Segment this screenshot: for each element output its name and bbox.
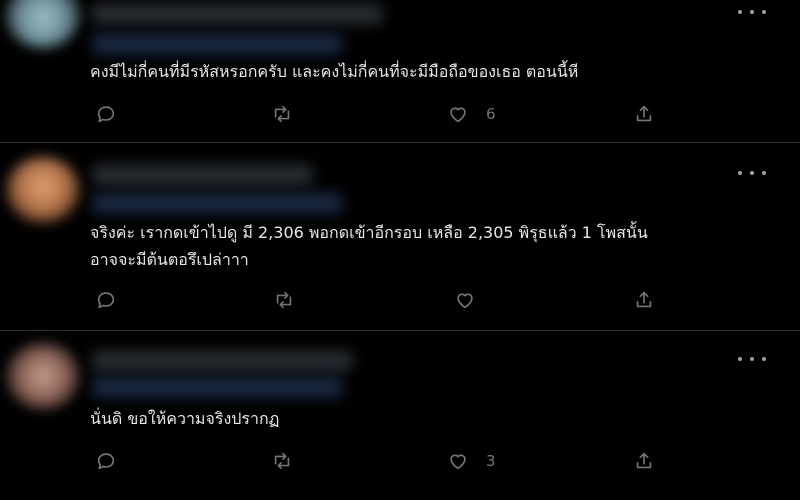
more-options-button[interactable] [738, 163, 766, 183]
retweet-button[interactable] [272, 288, 296, 312]
reply-text: จริงค่ะ เรากดเข้าไปดู มี 2,306 พอกดเข้าอ… [90, 223, 648, 269]
share-button[interactable] [632, 102, 656, 126]
more-icon [738, 171, 742, 175]
avatar[interactable] [6, 343, 80, 409]
retweet-button[interactable] [270, 449, 294, 473]
more-icon [738, 357, 742, 361]
reply-button[interactable] [94, 449, 118, 473]
reply-text: นั่นดิ ขอให้ความจริงปรากฏ [90, 409, 280, 428]
share-icon [636, 452, 652, 469]
author-name-blurred[interactable] [92, 351, 352, 371]
more-icon [738, 10, 742, 14]
reply-button[interactable] [94, 288, 118, 312]
reply-icon [97, 292, 115, 309]
share-icon [636, 105, 652, 122]
like-button[interactable] [453, 288, 477, 312]
reply-icon [97, 106, 115, 123]
avatar[interactable] [6, 157, 80, 223]
reply-card[interactable]: คงมีไม่กี่คนที่มีรหัสหรอกครับ และคงไม่กี… [0, 0, 800, 142]
retweet-icon [276, 291, 292, 309]
share-icon [636, 291, 652, 308]
reply-button[interactable] [94, 102, 118, 126]
reply-card[interactable]: นั่นดิ ขอให้ความจริงปรากฏ 3 [0, 331, 800, 500]
retweet-icon [274, 105, 290, 123]
reply-text: คงมีไม่กี่คนที่มีรหัสหรอกครับ และคงไม่กี… [90, 62, 579, 81]
like-icon [450, 454, 466, 470]
retweet-icon [274, 452, 290, 470]
more-options-button[interactable] [738, 2, 766, 22]
author-handle-blurred[interactable] [92, 34, 342, 54]
like-count: 6 [486, 105, 496, 123]
author-handle-blurred[interactable] [92, 377, 342, 397]
author-handle-blurred[interactable] [92, 193, 342, 213]
retweet-button[interactable] [270, 102, 294, 126]
avatar[interactable] [6, 0, 80, 48]
share-button[interactable] [632, 288, 656, 312]
reply-icon [97, 453, 115, 470]
reply-card[interactable]: จริงค่ะ เรากดเข้าไปดู มี 2,306 พอกดเข้าอ… [0, 143, 800, 330]
like-button[interactable] [446, 449, 470, 473]
like-button[interactable] [446, 102, 470, 126]
author-name-blurred[interactable] [92, 165, 312, 185]
share-button[interactable] [632, 449, 656, 473]
author-name-blurred[interactable] [92, 4, 382, 24]
like-count: 3 [486, 452, 496, 470]
more-options-button[interactable] [738, 349, 766, 369]
reply-timeline: คงมีไม่กี่คนที่มีรหัสหรอกครับ และคงไม่กี… [0, 0, 800, 500]
like-icon [450, 107, 466, 123]
like-icon [457, 293, 473, 309]
